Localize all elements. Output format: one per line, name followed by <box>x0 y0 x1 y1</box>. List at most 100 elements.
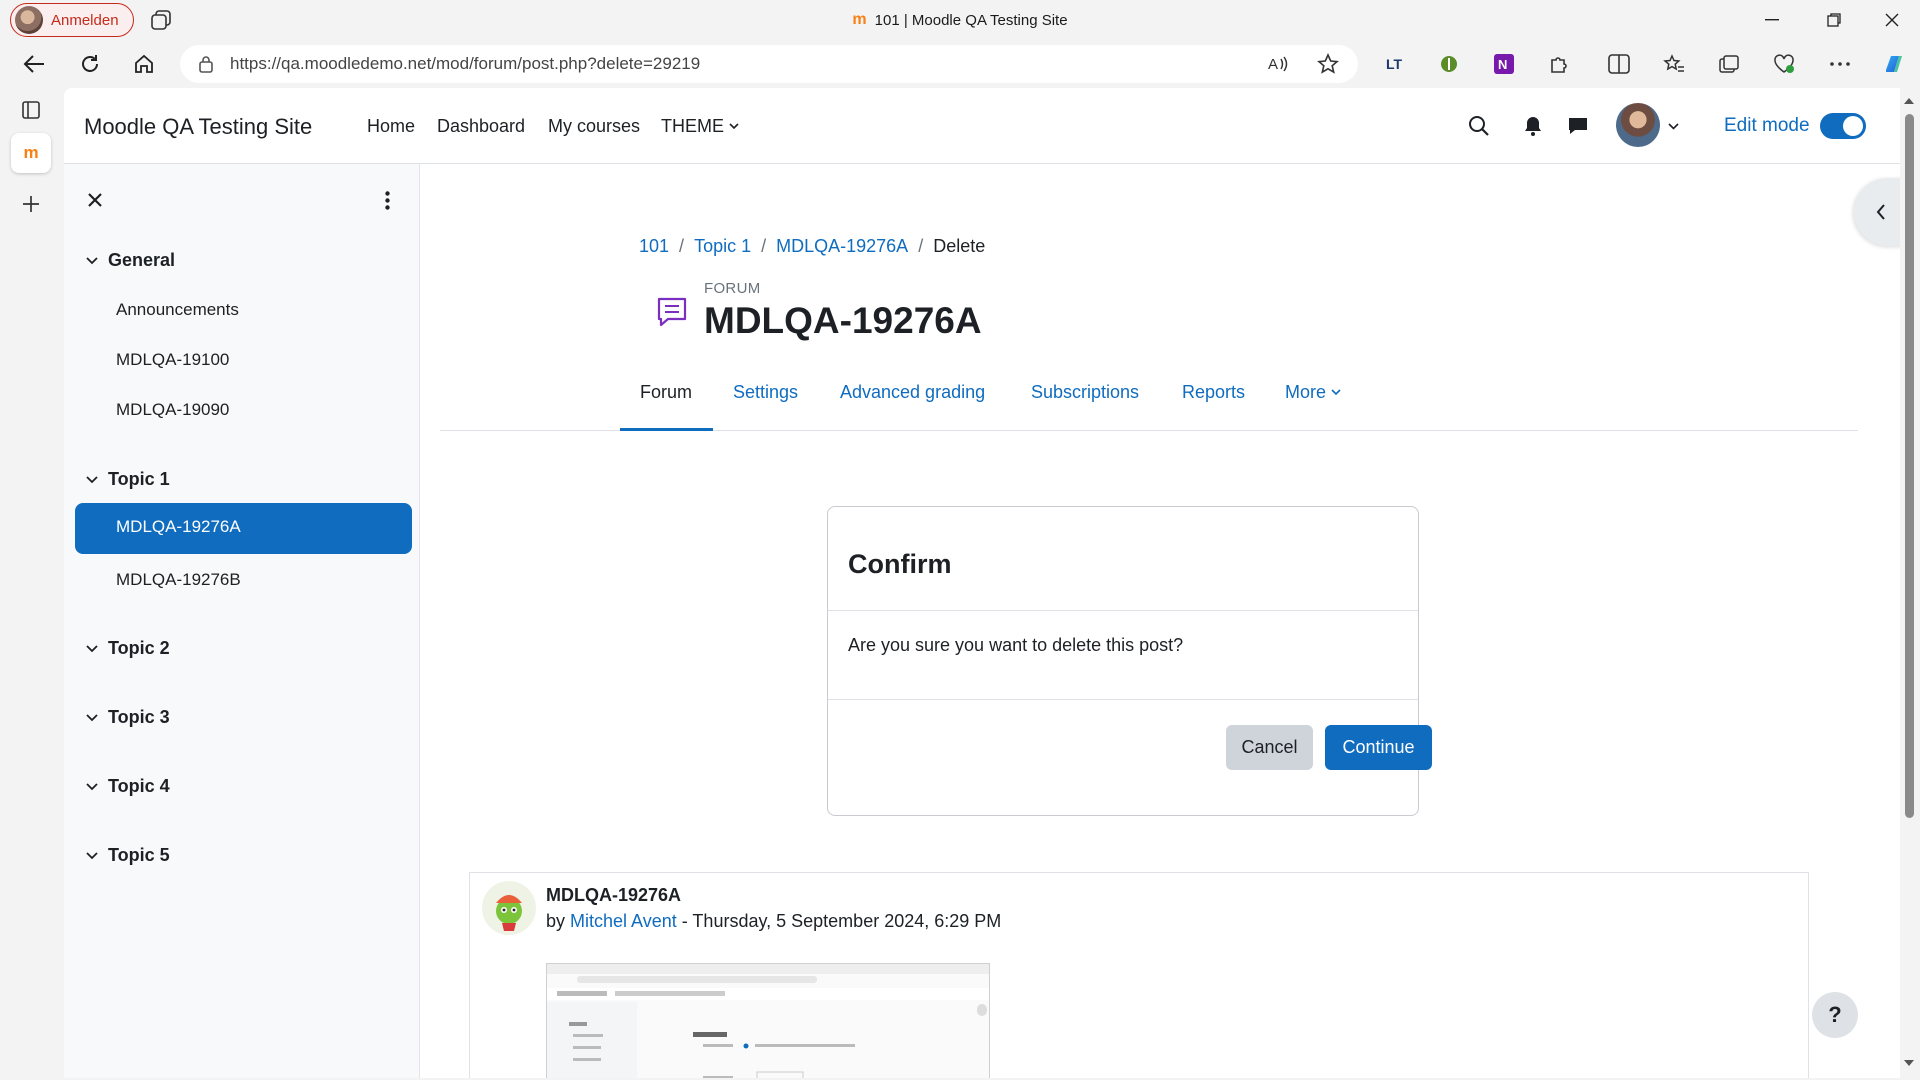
browser-essentials-icon[interactable] <box>1770 50 1798 78</box>
breadcrumb-separator: / <box>761 236 767 256</box>
chevron-down-icon <box>729 123 739 130</box>
section-title: General <box>108 250 176 270</box>
search-icon[interactable] <box>1468 115 1490 137</box>
nav-dashboard[interactable]: Dashboard <box>437 116 525 137</box>
tab-more-dropdown[interactable]: More <box>1285 382 1341 403</box>
section-topic-5[interactable]: Topic 5 <box>86 845 170 866</box>
restore-icon[interactable] <box>1822 8 1846 32</box>
breadcrumb-current: Delete <box>933 236 986 256</box>
confirm-footer-divider <box>828 699 1418 700</box>
chevron-down-icon <box>86 644 98 652</box>
section-title: Topic 4 <box>108 776 170 796</box>
tab-reports[interactable]: Reports <box>1182 382 1245 403</box>
tab-forum[interactable]: Forum <box>640 382 692 403</box>
breadcrumb-course[interactable]: 101 <box>639 236 669 257</box>
window-title-text: 101 | Moodle QA Testing Site <box>874 11 1068 29</box>
edit-mode-label: Edit mode <box>1724 115 1810 136</box>
continue-button[interactable]: Continue <box>1325 725 1432 770</box>
section-topic-2[interactable]: Topic 2 <box>86 638 170 659</box>
minimize-icon[interactable] <box>1760 8 1784 32</box>
vertical-tab-strip <box>0 88 62 1080</box>
post-by-label: by <box>546 911 566 931</box>
tab-actions-icon[interactable] <box>11 90 51 130</box>
course-index-item-label: MDLQA-19276A <box>116 517 241 536</box>
favorite-star-icon[interactable] <box>1314 50 1342 78</box>
section-title: Topic 5 <box>108 845 170 865</box>
breadcrumb-activity[interactable]: MDLQA-19276A <box>776 236 908 257</box>
section-topic-3[interactable]: Topic 3 <box>86 707 170 728</box>
favorites-list-icon[interactable] <box>1660 50 1688 78</box>
new-tab-plus-icon[interactable] <box>11 184 51 224</box>
home-icon[interactable] <box>130 50 158 78</box>
confirm-title: Confirm <box>848 549 952 579</box>
nav-theme-label: THEME <box>661 116 724 136</box>
post-date: - Thursday, 5 September 2024, 6:29 PM <box>676 911 1002 931</box>
svg-text:N: N <box>1498 57 1507 72</box>
moodle-favicon-icon: m <box>852 11 867 28</box>
post-subject: MDLQA-19276A <box>546 885 682 905</box>
edit-mode-toggle[interactable] <box>1820 113 1866 139</box>
page-title: MDLQA-19276A <box>704 300 982 341</box>
read-aloud-icon[interactable]: A <box>1264 50 1292 78</box>
post-attachment-screenshot <box>546 963 990 1078</box>
close-drawer-icon[interactable] <box>88 193 102 207</box>
nav-home[interactable]: Home <box>367 116 415 137</box>
section-topic-1[interactable]: Topic 1 <box>86 469 170 490</box>
address-bar[interactable]: https://qa.moodledemo.net/mod/forum/post… <box>180 45 1358 83</box>
more-options-icon[interactable] <box>1826 50 1854 78</box>
course-index-item[interactable]: Announcements <box>116 300 239 320</box>
nav-my-courses[interactable]: My courses <box>548 116 640 137</box>
copilot-icon[interactable] <box>1880 50 1908 78</box>
back-arrow-icon[interactable] <box>20 50 48 78</box>
extension-lt-icon[interactable]: LT <box>1380 50 1408 78</box>
confirm-dialog: Confirm Are you sure you want to delete … <box>827 506 1432 816</box>
confirm-header-divider <box>828 610 1418 611</box>
user-avatar[interactable] <box>1616 103 1660 147</box>
post-author-avatar[interactable] <box>482 881 536 935</box>
scroll-up-arrow-icon[interactable] <box>1904 98 1914 104</box>
close-window-icon[interactable] <box>1880 8 1904 32</box>
site-name[interactable]: Moodle QA Testing Site <box>84 114 312 140</box>
course-index-item[interactable]: MDLQA-19090 <box>116 400 229 420</box>
breadcrumb-separator: / <box>918 236 924 256</box>
course-index-item[interactable]: MDLQA-19100 <box>116 350 229 370</box>
chevron-down-icon <box>86 256 98 264</box>
onenote-icon[interactable]: N <box>1490 50 1518 78</box>
tab-subscriptions[interactable]: Subscriptions <box>1031 382 1139 403</box>
course-index-drawer: General Announcements MDLQA-19100 MDLQA-… <box>64 164 420 1078</box>
extension-green-icon[interactable] <box>1435 50 1463 78</box>
scroll-down-arrow-icon[interactable] <box>1904 1060 1914 1066</box>
user-menu-chevron-icon[interactable] <box>1668 123 1679 130</box>
forum-post: MDLQA-19276A by Mitchel Avent - Thursday… <box>469 872 1809 1078</box>
svg-text:A: A <box>1268 56 1278 73</box>
moodle-favicon-icon: m <box>23 143 39 162</box>
section-title: Topic 3 <box>108 707 170 727</box>
section-general[interactable]: General <box>86 250 175 271</box>
nav-theme-dropdown[interactable]: THEME <box>661 116 739 137</box>
tab-settings[interactable]: Settings <box>733 382 798 403</box>
extensions-puzzle-icon[interactable] <box>1545 50 1573 78</box>
cancel-button[interactable]: Cancel <box>1226 725 1313 770</box>
page-scrollbar[interactable] <box>1902 92 1916 1078</box>
refresh-icon[interactable] <box>76 50 104 78</box>
notifications-bell-icon[interactable] <box>1524 116 1542 136</box>
course-index-item-active[interactable]: MDLQA-19276A <box>75 503 412 554</box>
course-index-item[interactable]: MDLQA-19276B <box>116 570 241 590</box>
collections-icon[interactable] <box>1715 50 1743 78</box>
chevron-down-icon <box>86 782 98 790</box>
tab-advanced-grading[interactable]: Advanced grading <box>840 382 985 403</box>
chevron-left-icon <box>1876 204 1885 220</box>
post-author-link[interactable]: Mitchel Avent <box>570 911 677 931</box>
block-drawer-toggle[interactable] <box>1854 178 1900 246</box>
scroll-thumb[interactable] <box>1905 114 1914 818</box>
breadcrumb-section[interactable]: Topic 1 <box>694 236 751 257</box>
section-topic-4[interactable]: Topic 4 <box>86 776 170 797</box>
split-screen-icon[interactable] <box>1605 50 1633 78</box>
drawer-options-icon[interactable] <box>385 191 390 210</box>
tab-moodle[interactable]: m <box>11 133 51 173</box>
help-button[interactable]: ? <box>1812 992 1858 1038</box>
lock-icon[interactable] <box>198 55 214 73</box>
post-byline: by Mitchel Avent - Thursday, 5 September… <box>546 911 1001 932</box>
messages-icon[interactable] <box>1567 116 1589 136</box>
url-text: https://qa.moodledemo.net/mod/forum/post… <box>230 54 701 73</box>
